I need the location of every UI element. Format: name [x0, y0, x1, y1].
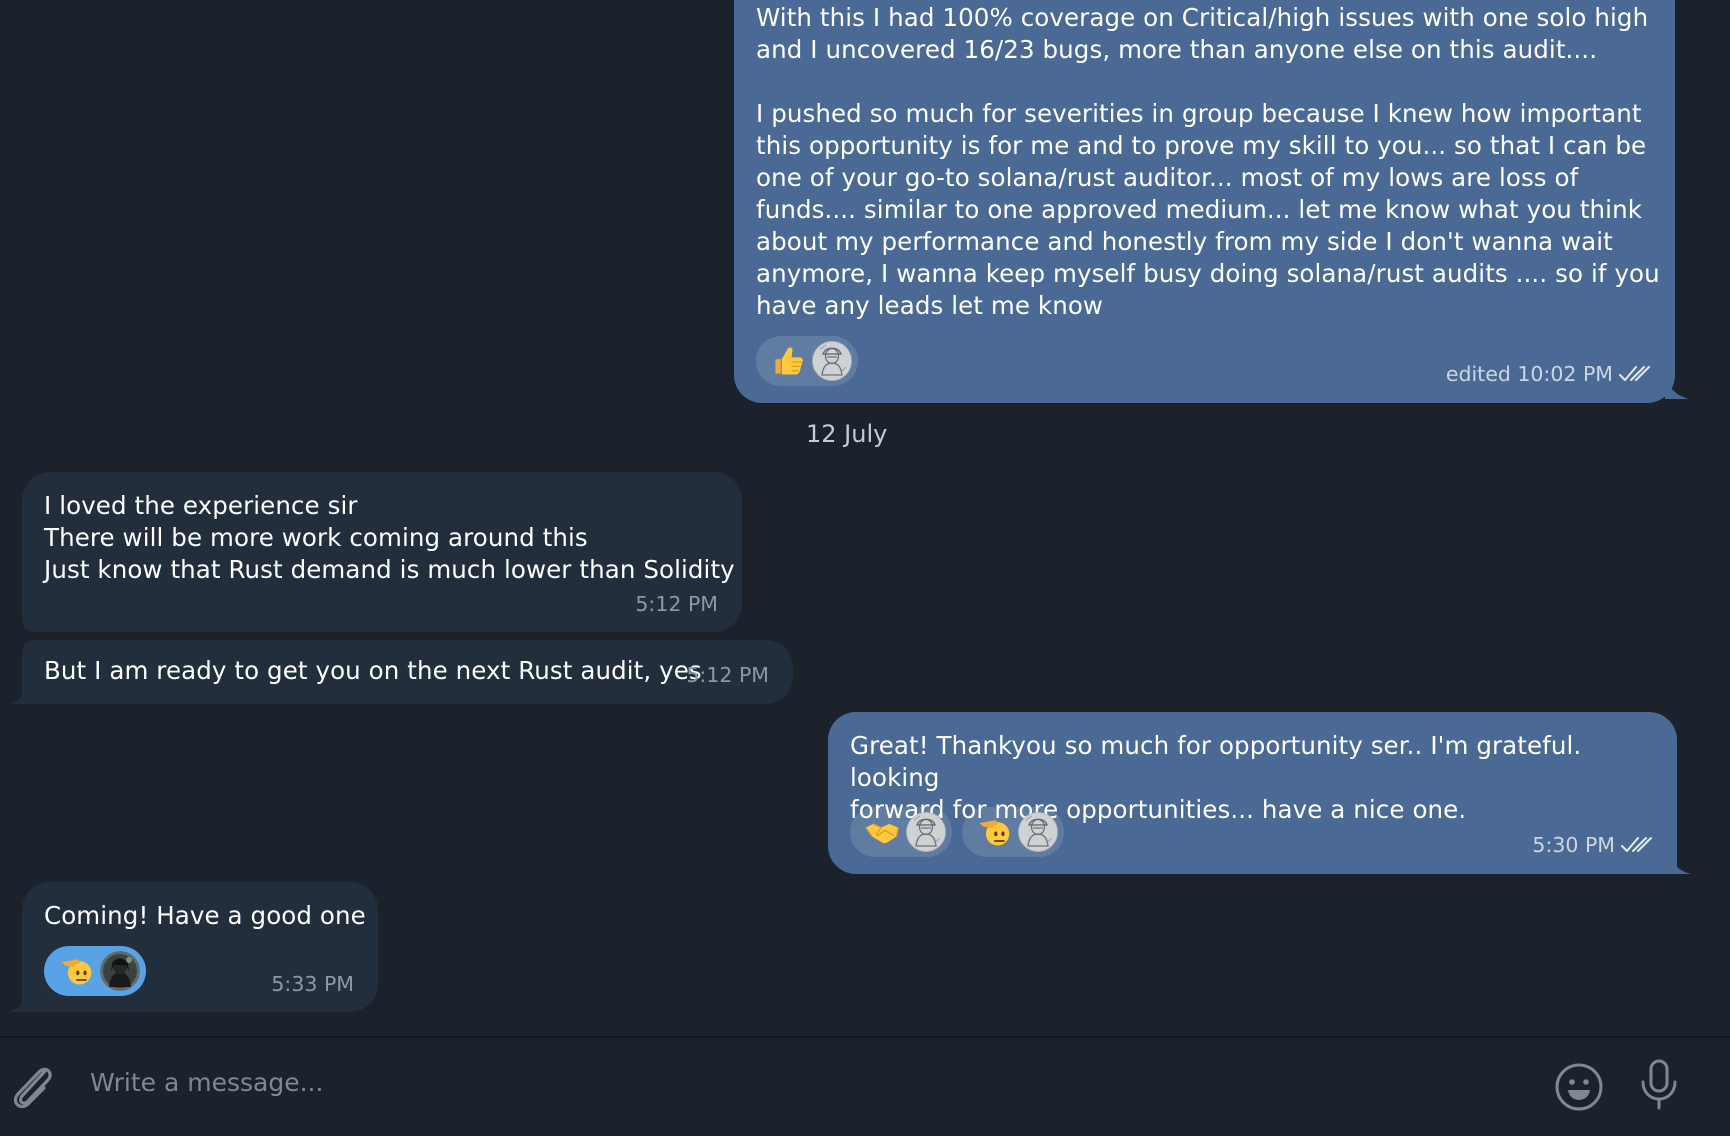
message-bubble-incoming[interactable]: Coming! Have a good one 5:33 PM: [8, 882, 378, 1012]
message-bubble-incoming[interactable]: I loved the experience sir There will be…: [22, 472, 742, 632]
chat-history[interactable]: With this I had 100% coverage on Critica…: [0, 0, 1730, 1036]
bubble-tail: [1667, 850, 1691, 874]
bubble-tail: [1665, 375, 1689, 399]
message-bubble-incoming[interactable]: But I am ready to get you on the next Ru…: [8, 640, 793, 704]
message-meta: 5:12 PM: [686, 663, 769, 687]
message-time: 5:12 PM: [635, 592, 718, 616]
reaction-salute[interactable]: [962, 807, 1064, 857]
saluting-face-icon: [56, 951, 96, 991]
message-bubble-outgoing[interactable]: Great! Thankyou so much for opportunity …: [828, 712, 1691, 874]
message-text: I loved the experience sir There will be…: [44, 491, 735, 584]
message-time: 5:30 PM: [1532, 833, 1615, 857]
paperclip-icon[interactable]: [8, 1060, 56, 1112]
message-input[interactable]: Write a message...: [90, 1068, 323, 1097]
message-meta: 5:33 PM: [271, 972, 354, 996]
reaction-list: [850, 807, 1064, 857]
handshake-icon: [862, 812, 902, 852]
message-meta: 5:30 PM: [1532, 833, 1653, 857]
message-time: 5:12 PM: [686, 663, 769, 687]
saluting-face-icon: [974, 812, 1014, 852]
double-check-icon: [1621, 837, 1652, 852]
smiley-icon[interactable]: [1554, 1062, 1604, 1112]
bubble-tail: [8, 988, 32, 1012]
message-bubble-outgoing[interactable]: With this I had 100% coverage on Critica…: [734, 0, 1689, 403]
avatar: [100, 951, 140, 991]
message-meta: 5:12 PM: [635, 592, 718, 616]
message-time: edited 10:02 PM: [1445, 362, 1613, 386]
reaction-handshake[interactable]: [850, 807, 952, 857]
avatar: [1018, 812, 1058, 852]
message-text: With this I had 100% coverage on Critica…: [756, 3, 1660, 320]
thumbs-up-icon: [768, 341, 808, 381]
avatar: [906, 812, 946, 852]
reaction-salute[interactable]: [44, 946, 146, 996]
message-text: But I am ready to get you on the next Ru…: [44, 656, 702, 685]
reaction-thumbs-up[interactable]: [756, 336, 858, 386]
message-composer: Write a message...: [0, 1036, 1730, 1136]
date-separator: 12 July: [806, 420, 888, 448]
reaction-list: [44, 946, 146, 996]
message-text: Coming! Have a good one: [44, 901, 366, 930]
reaction-list: [756, 336, 858, 386]
double-check-icon: [1619, 366, 1650, 381]
message-time: 5:33 PM: [271, 972, 354, 996]
avatar: [812, 341, 852, 381]
message-meta: edited 10:02 PM: [1446, 362, 1651, 386]
microphone-icon[interactable]: [1637, 1058, 1681, 1112]
bubble-tail: [8, 680, 32, 704]
